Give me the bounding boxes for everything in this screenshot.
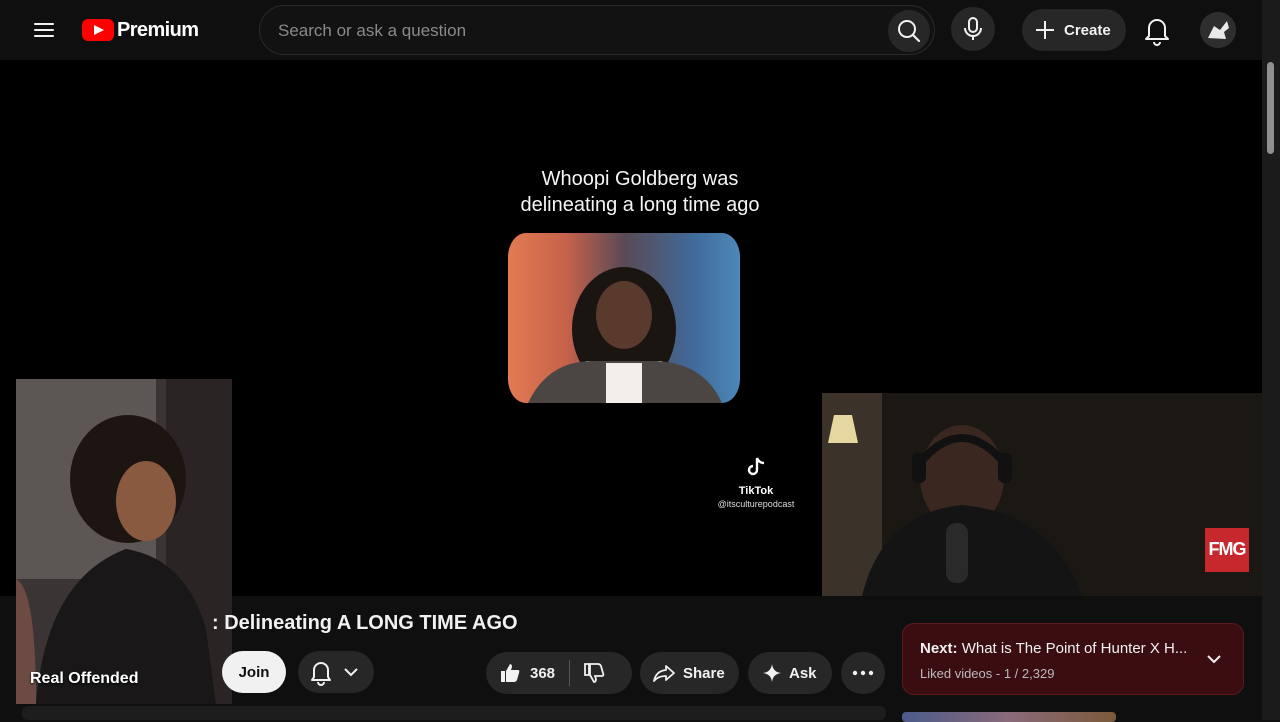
create-button[interactable]: Create <box>1022 9 1126 51</box>
bell-icon <box>311 662 331 686</box>
webcam-overlay-left: Real Offended <box>16 379 232 704</box>
like-button[interactable]: 368 <box>486 661 555 685</box>
chevron-down-icon <box>1207 655 1221 664</box>
tiktok-label: TikTok <box>738 485 774 497</box>
share-icon <box>653 665 675 682</box>
microphone-icon <box>964 17 982 40</box>
dislike-button[interactable] <box>582 661 606 685</box>
share-button[interactable]: Share <box>640 652 739 694</box>
search-icon <box>898 20 921 43</box>
youtube-premium-logo[interactable]: Premium <box>82 18 199 42</box>
scrollbar-thumb[interactable] <box>1267 62 1274 154</box>
search-input[interactable]: Search or ask a question <box>278 21 466 41</box>
like-divider <box>569 660 571 686</box>
search-button[interactable] <box>888 10 930 52</box>
streamer-image <box>16 379 232 704</box>
masthead: Premium Search or ask a question Create <box>0 0 1262 60</box>
youtube-play-icon <box>82 19 114 41</box>
video-title: : Delineating A LONG TIME AGO <box>212 612 518 634</box>
search-box[interactable]: Search or ask a question <box>259 5 935 55</box>
notifications-button[interactable] <box>1140 12 1174 48</box>
account-avatar[interactable] <box>1200 12 1236 48</box>
avatar-image <box>1200 12 1236 48</box>
caption-line-2: delineating a long time ago <box>520 194 760 216</box>
ask-label: Ask <box>789 664 817 682</box>
ask-button[interactable]: Ask <box>748 652 832 694</box>
tiktok-handle: @itsculturepodcast <box>717 499 795 509</box>
create-label: Create <box>1064 21 1111 39</box>
menu-icon[interactable] <box>28 16 60 44</box>
chevron-down-icon <box>344 668 358 677</box>
expand-playlist-button[interactable] <box>1203 648 1225 675</box>
bell-icon <box>1145 19 1169 46</box>
related-video-thumbnail-edge[interactable] <box>902 712 1116 722</box>
join-button[interactable]: Join <box>222 651 286 693</box>
webcam-overlay-right <box>822 393 1262 596</box>
up-next-title: Next: What is The Point of Hunter X H... <box>920 640 1187 657</box>
video-caption: Whoopi Goldberg was delineating a long t… <box>470 166 810 218</box>
channel-watermark-logo: FMG <box>1205 528 1249 572</box>
tiktok-watermark: TikTok @itsculturepodcast <box>706 456 806 509</box>
tiktok-icon <box>747 457 765 476</box>
like-count: 368 <box>530 664 556 682</box>
description-box-edge <box>22 706 886 720</box>
thumbs-down-icon <box>584 663 605 683</box>
up-next-playlist-info: Liked videos - 1 / 2,329 <box>920 666 1055 681</box>
tv-clip-frame <box>508 233 740 403</box>
voice-search-button[interactable] <box>951 7 995 51</box>
logo-text: Premium <box>117 18 199 41</box>
up-next-panel[interactable]: Next: What is The Point of Hunter X H...… <box>902 623 1244 695</box>
clip-person-image <box>528 267 722 403</box>
podcast-host-image <box>822 393 1262 596</box>
plus-icon <box>1036 21 1054 39</box>
streamer-name-label: Real Offended <box>30 670 139 687</box>
subscription-bell-button[interactable] <box>298 651 374 693</box>
caption-line-1: Whoopi Goldberg was <box>541 168 739 190</box>
up-next-video-title: What is The Point of Hunter X H... <box>961 640 1188 657</box>
like-dislike-group: 368 <box>486 652 632 694</box>
up-next-prefix: Next: <box>920 640 958 657</box>
more-horizontal-icon <box>852 670 874 676</box>
page-scrollbar[interactable] <box>1262 0 1280 720</box>
thumbs-up-icon <box>501 664 520 682</box>
share-label: Share <box>683 664 725 682</box>
sparkle-icon <box>763 664 781 682</box>
more-actions-button[interactable] <box>841 652 885 694</box>
